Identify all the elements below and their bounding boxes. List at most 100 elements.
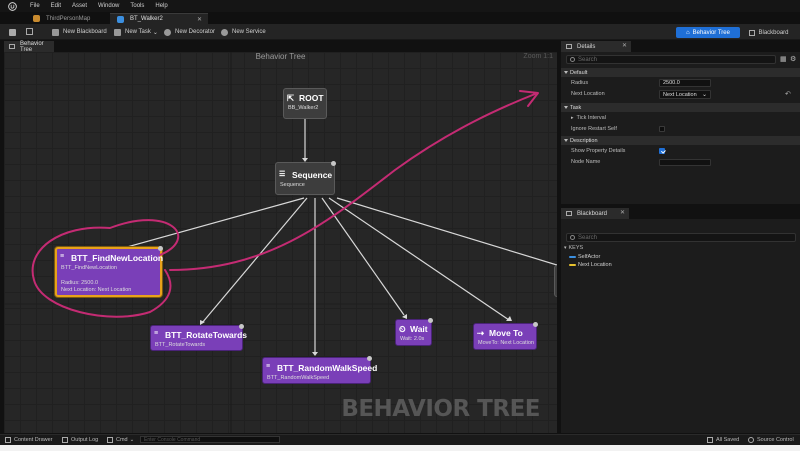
ignore-restart-checkbox[interactable] — [659, 126, 665, 132]
chevron-down-icon: ⌄ — [129, 437, 135, 443]
panel-tab-blackboard[interactable]: Blackboard ✕ — [561, 208, 629, 219]
node-subtitle: BTT_FindNewLocation — [61, 265, 117, 271]
node-sequence[interactable]: ☰ Sequence Sequence — [275, 161, 336, 195]
details-icon — [566, 44, 572, 49]
tree-icon: ⌂ — [686, 29, 690, 36]
tab-label: ThirdPersonMap — [46, 15, 91, 22]
unreal-logo-icon[interactable] — [6, 0, 18, 12]
menu-window[interactable]: Window — [98, 3, 119, 9]
section-task[interactable]: Task — [561, 103, 800, 112]
blackboard-icon — [52, 28, 59, 36]
node-pin[interactable] — [158, 246, 163, 251]
property-tick-interval[interactable]: ▸ Tick Interval — [561, 113, 800, 123]
new-blackboard-button[interactable]: New Blackboard — [52, 27, 107, 37]
all-saved-label: All Saved — [716, 437, 740, 443]
browse-icon[interactable] — [26, 28, 33, 35]
close-icon[interactable]: ✕ — [197, 16, 202, 23]
mode-label: Behavior Tree — [692, 29, 730, 36]
grid-view-icon[interactable]: ▦ — [780, 55, 787, 63]
tab-thirdpersonmap[interactable]: ThirdPersonMap — [26, 13, 106, 24]
terminal-icon — [107, 437, 113, 443]
settings-icon[interactable]: ⚙ — [790, 55, 796, 63]
expand-icon: ▸ — [571, 115, 574, 121]
node-title: BTT_RotateTowards — [165, 330, 248, 340]
blackboard-icon — [566, 211, 572, 216]
output-log-label: Output Log — [71, 437, 99, 443]
keys-header-label: KEYS — [568, 245, 584, 251]
cmd-dropdown[interactable]: Cmd ⌄ — [107, 437, 134, 443]
node-pin[interactable] — [428, 318, 433, 323]
details-panel: Search ▦ ⚙ Default Radius 2500.0 Next Lo… — [561, 52, 800, 204]
menu-tools[interactable]: Tools — [130, 3, 144, 9]
reset-icon[interactable]: ↶ — [785, 90, 791, 98]
content-drawer-label: Content Drawer — [14, 437, 53, 443]
tab-bt-walker2[interactable]: BT_Walker2 ✕ — [110, 13, 208, 24]
new-decorator-label: New Decorator — [175, 29, 216, 35]
log-icon — [62, 437, 68, 443]
root-icon: ⇱ — [287, 93, 295, 103]
new-decorator-button[interactable]: New Decorator — [164, 27, 215, 37]
wire-to-wait — [321, 197, 405, 316]
node-pin[interactable] — [367, 356, 372, 361]
key-selfactor[interactable]: SelfActor — [569, 254, 600, 260]
property-label: Next Location — [571, 91, 605, 97]
output-log-button[interactable]: Output Log — [62, 437, 98, 443]
all-saved-button[interactable]: All Saved — [707, 437, 739, 443]
wire-to-moveto — [328, 197, 510, 321]
show-property-checkbox[interactable] — [659, 148, 665, 154]
panel-tab-label: Behavior Tree — [20, 40, 44, 53]
node-pin[interactable] — [331, 161, 336, 166]
close-icon[interactable]: ✕ — [622, 42, 627, 49]
content-drawer-button[interactable]: Content Drawer — [5, 437, 53, 443]
section-default[interactable]: Default — [561, 68, 800, 77]
source-control-button[interactable]: Source Control — [748, 437, 794, 443]
node-btt-findnewlocation[interactable]: ≡ BTT_FindNewLocation BTT_FindNewLocatio… — [55, 246, 163, 297]
menu-help[interactable]: Help — [155, 3, 167, 9]
chevron-down-icon: ⌄ — [152, 29, 158, 36]
menu-asset[interactable]: Asset — [72, 3, 87, 9]
next-location-dropdown[interactable]: Next Location ⌄ — [659, 90, 711, 99]
close-icon[interactable]: ✕ — [620, 209, 625, 216]
menu-file[interactable]: File — [30, 3, 40, 9]
property-label: Tick Interval — [576, 115, 606, 121]
node-btt-randomwalkspeed[interactable]: ≡ BTT_RandomWalkSpeed BTT_RandomWalkSpee… — [262, 356, 377, 384]
panel-tab-details[interactable]: Details ✕ — [561, 41, 631, 52]
node-root[interactable]: ⇱ ROOT BB_Walker2 — [283, 88, 327, 119]
level-icon — [33, 15, 40, 22]
source-control-icon — [748, 437, 754, 443]
save-icon — [707, 437, 713, 443]
node-pin[interactable] — [239, 324, 244, 329]
new-task-label: New Task — [125, 29, 151, 35]
radius-field[interactable]: 2500.0 — [659, 79, 711, 87]
menu-edit[interactable]: Edit — [51, 3, 61, 9]
behavior-tree-graph[interactable]: Behavior Tree Zoom 1:1 BEHAVIOR TREE ⇱ R… — [4, 52, 557, 433]
node-offscreen[interactable] — [554, 265, 557, 297]
key-next-location[interactable]: Next Location — [569, 262, 612, 268]
tab-label: BT_Walker2 — [130, 16, 163, 22]
save-button[interactable] — [9, 27, 20, 37]
collapse-icon: ▾ — [564, 245, 567, 251]
node-btt-rotatetowards[interactable]: ≡ BTT_RotateTowards BTT_RotateTowards — [150, 324, 247, 351]
behavior-tree-mode-button[interactable]: ⌂ Behavior Tree — [676, 27, 740, 38]
node-moveto[interactable]: ⇢ Move To MoveTo: Next Location — [473, 322, 538, 350]
blackboard-mode-button[interactable]: Blackboard — [746, 27, 792, 38]
console-input[interactable]: Enter Console Command — [140, 436, 280, 443]
keys-header[interactable]: ▾ KEYS — [564, 245, 583, 251]
panel-tab-behavior-tree[interactable]: Behavior Tree — [4, 40, 54, 53]
save-icon — [9, 28, 16, 36]
node-pin[interactable] — [533, 322, 538, 327]
behavior-tree-icon — [117, 16, 124, 23]
new-blackboard-label: New Blackboard — [63, 29, 107, 35]
blackboard-search-input[interactable]: Search — [566, 233, 796, 242]
node-subtitle: Wait: 2.0s — [400, 336, 425, 342]
details-search-input[interactable]: Search — [566, 55, 776, 64]
node-subtitle: BTT_RandomWalkSpeed — [267, 375, 330, 381]
task-icon: ≡ — [60, 253, 65, 260]
node-wait[interactable]: ⏲ Wait Wait: 2.0s — [395, 318, 433, 346]
section-description[interactable]: Description — [561, 136, 800, 145]
new-service-button[interactable]: New Service — [221, 27, 266, 37]
node-title: Move To — [489, 328, 523, 338]
new-task-button[interactable]: New Task ⌄ — [114, 27, 158, 37]
node-name-field[interactable] — [659, 159, 711, 166]
wire-root-sequence — [302, 119, 308, 162]
